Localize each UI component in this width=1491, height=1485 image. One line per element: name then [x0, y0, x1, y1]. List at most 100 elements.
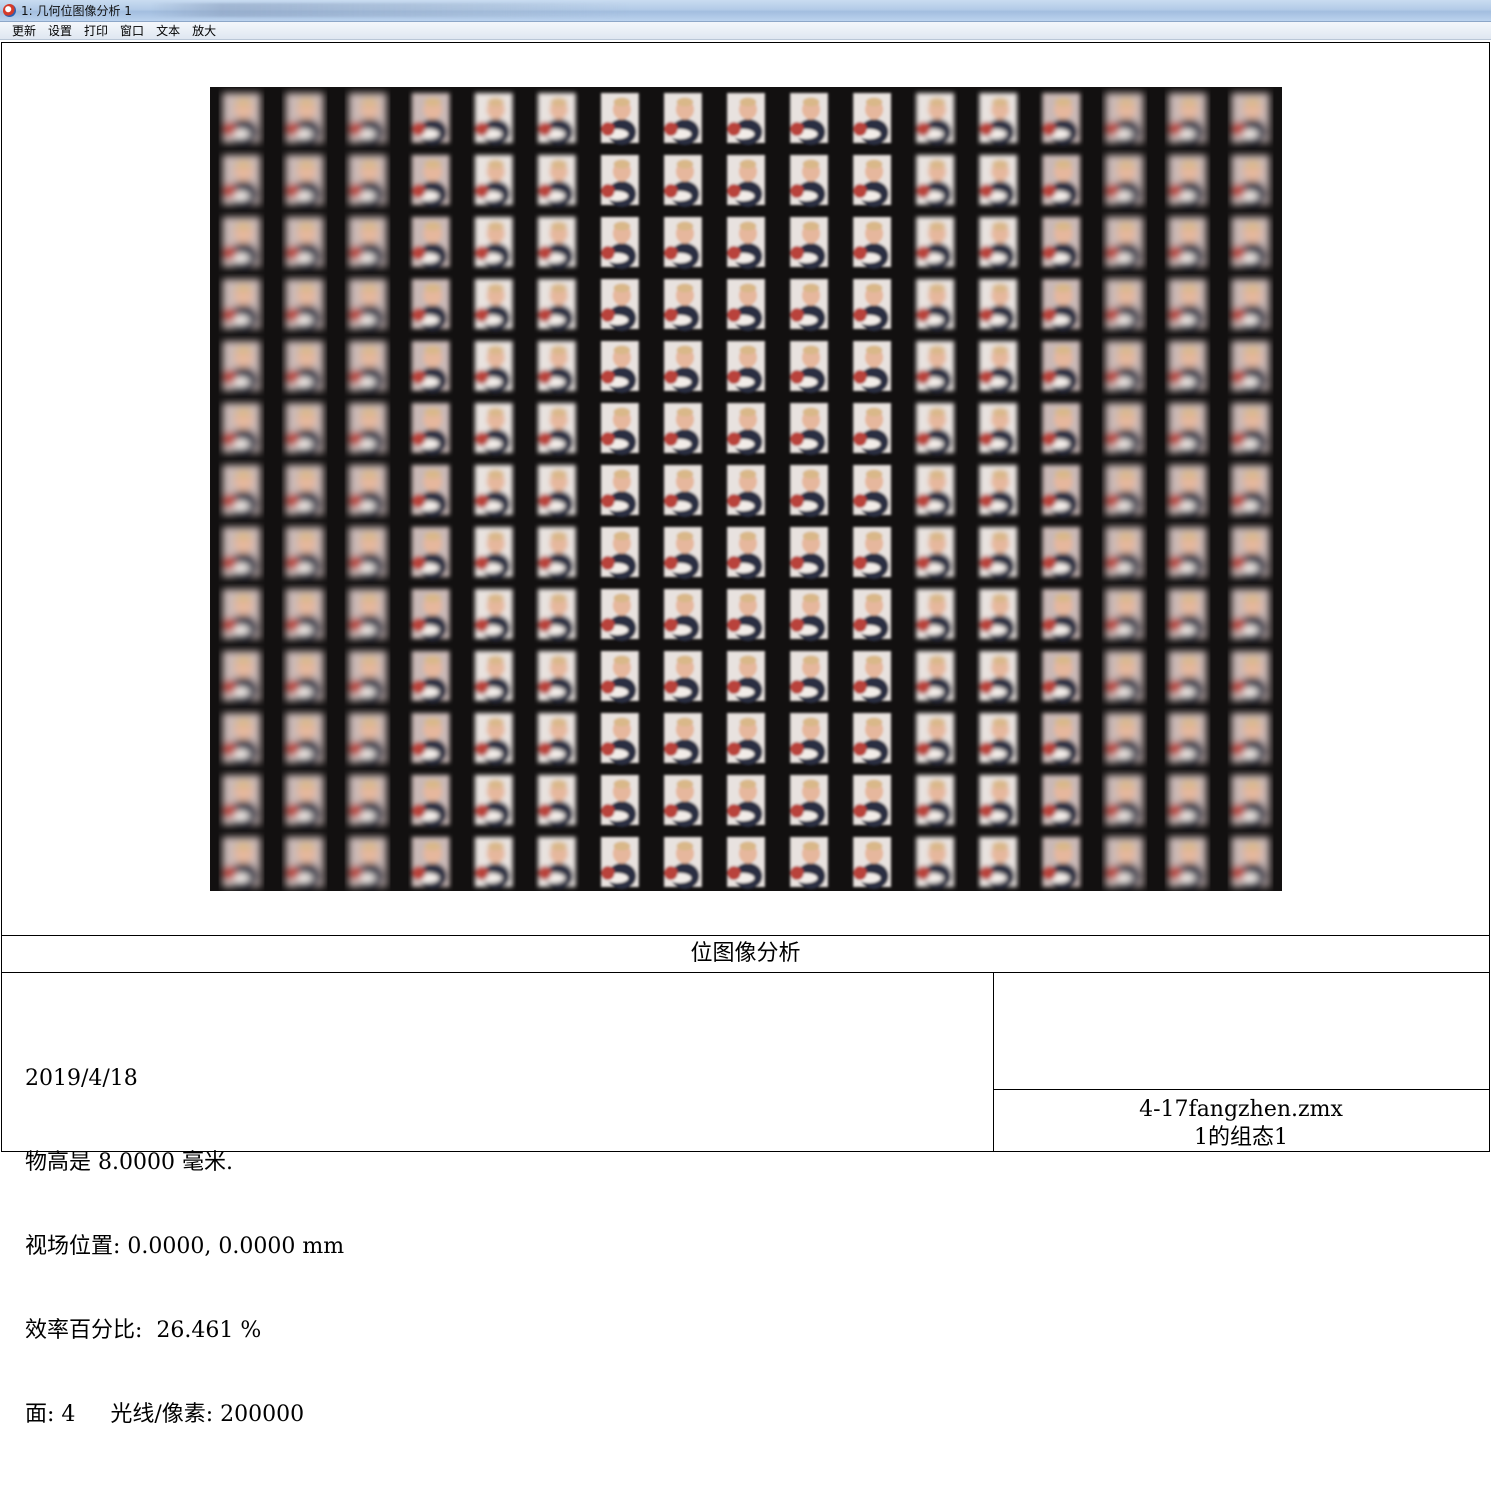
image-tile [727, 341, 765, 393]
image-tile [348, 341, 387, 393]
image-tile [600, 279, 639, 331]
image-tile [664, 217, 702, 269]
image-tile [790, 217, 828, 269]
menu-settings[interactable]: 设置 [42, 22, 78, 40]
image-tile [1042, 651, 1081, 703]
image-tile [727, 651, 765, 703]
image-tile [285, 217, 324, 269]
image-tile [1231, 713, 1270, 765]
image-tile [1042, 713, 1081, 765]
image-tile [1105, 341, 1144, 393]
image-tile [790, 93, 828, 145]
image-tile [537, 589, 576, 641]
image-tile [411, 155, 450, 207]
image-tile [348, 713, 387, 765]
image-tile [348, 403, 387, 455]
image-tile [600, 527, 639, 579]
image-tile [664, 155, 702, 207]
image-tile [916, 775, 955, 827]
image-tile [348, 93, 387, 145]
image-tile [1168, 93, 1207, 145]
image-tile [474, 93, 513, 145]
image-tile [979, 527, 1018, 579]
image-tile [664, 93, 702, 145]
image-tile [1042, 403, 1081, 455]
image-tile [600, 93, 639, 145]
app-icon [3, 4, 16, 17]
tile-grid [222, 93, 1270, 889]
image-tile [285, 341, 324, 393]
image-tile [727, 527, 765, 579]
image-tile [664, 651, 702, 703]
image-tile [727, 217, 765, 269]
image-tile [285, 93, 324, 145]
image-tile [1042, 775, 1081, 827]
image-tile [979, 217, 1018, 269]
image-tile [1105, 837, 1144, 889]
menu-print[interactable]: 打印 [78, 22, 114, 40]
image-tile [916, 589, 955, 641]
image-tile [474, 589, 513, 641]
image-tile [1168, 527, 1207, 579]
info-surface-rays: 面: 4 光线/像素: 200000 [25, 1402, 305, 1427]
image-tile [222, 651, 261, 703]
image-tile [1231, 155, 1270, 207]
title-bar: 1: 几何位图像分析 1 [0, 0, 1491, 22]
image-tile [537, 713, 576, 765]
image-tile [1168, 217, 1207, 269]
menu-zoom[interactable]: 放大 [186, 22, 222, 40]
image-tile [285, 465, 324, 517]
image-tile [853, 775, 892, 827]
image-tile [979, 775, 1018, 827]
image-tile [664, 589, 702, 641]
image-tile [600, 775, 639, 827]
image-tile [664, 775, 702, 827]
image-tile [664, 465, 702, 517]
image-tile [222, 155, 261, 207]
image-tile [600, 465, 639, 517]
image-tile [1042, 155, 1081, 207]
image-tile [1105, 589, 1144, 641]
image-tile [916, 403, 955, 455]
image-tile [348, 837, 387, 889]
image-tile [1105, 93, 1144, 145]
image-tile [348, 155, 387, 207]
menu-update[interactable]: 更新 [6, 22, 42, 40]
image-tile [537, 527, 576, 579]
image-tile [537, 465, 576, 517]
image-tile [979, 651, 1018, 703]
menu-bar: 更新 设置 打印 窗口 文本 放大 [0, 22, 1491, 40]
image-tile [600, 713, 639, 765]
image-tile [222, 279, 261, 331]
menu-window[interactable]: 窗口 [114, 22, 150, 40]
image-tile [411, 527, 450, 579]
image-tile [285, 589, 324, 641]
image-tile [664, 713, 702, 765]
image-tile [790, 775, 828, 827]
image-tile [790, 589, 828, 641]
image-tile [474, 775, 513, 827]
image-tile [600, 341, 639, 393]
image-tile [727, 155, 765, 207]
image-tile [979, 713, 1018, 765]
image-tile [285, 403, 324, 455]
file-name: 4-17fangzhen.zmx [1139, 1097, 1343, 1122]
image-tile [222, 217, 261, 269]
image-tile [474, 713, 513, 765]
menu-text[interactable]: 文本 [150, 22, 186, 40]
image-tile [411, 93, 450, 145]
image-tile [727, 279, 765, 331]
image-tile [411, 217, 450, 269]
image-tile [348, 589, 387, 641]
image-tile [474, 279, 513, 331]
image-tile [537, 155, 576, 207]
image-tile [411, 775, 450, 827]
image-tile [979, 465, 1018, 517]
image-tile [664, 341, 702, 393]
image-tile [1105, 651, 1144, 703]
image-tile [1168, 651, 1207, 703]
image-tile [916, 279, 955, 331]
image-tile [853, 341, 892, 393]
image-tile [853, 93, 892, 145]
image-tile [1042, 217, 1081, 269]
